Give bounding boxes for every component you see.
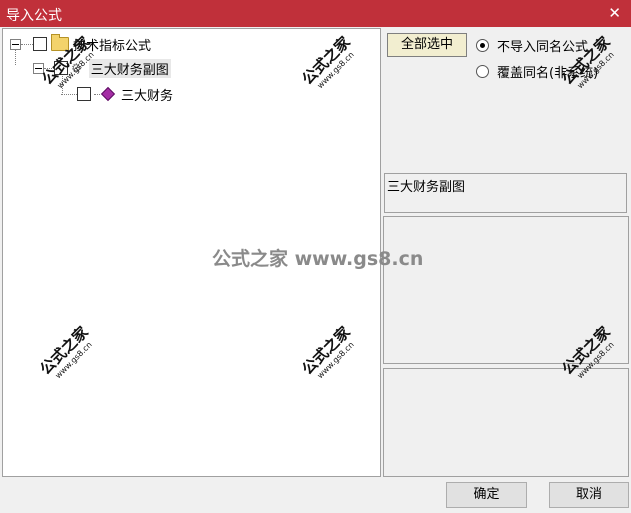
collapse-icon[interactable] [10,38,21,50]
tree-item-label: 三大财务 [121,88,174,104]
select-all-button[interactable]: 全部选中 [387,33,467,57]
tree-item-label: 三大财务副图 [88,58,171,78]
checkbox[interactable] [77,87,91,101]
tree-item-label: 技术指标公式 [73,38,152,54]
tree-item-leaf[interactable]: 三大财务 [61,84,173,104]
tree-item-child[interactable]: ⚙ 三大财务副图 [33,58,171,78]
window-title: 导入公式 [6,8,62,24]
radio-overwrite-duplicates[interactable]: 覆盖同名(非系统) [476,62,598,81]
ok-button[interactable]: 确定 [446,482,527,508]
gem-icon [100,86,116,102]
cancel-button[interactable]: 取消 [549,482,629,508]
tree-item-root[interactable]: 技术指标公式 [10,34,151,54]
gear-icon: ⚙ [71,61,82,75]
radio-label: 覆盖同名(非系统) [497,66,599,81]
title-bar: 导入公式 ✕ [0,0,631,27]
formula-name: 三大财务副图 [387,180,466,195]
description-panel [383,216,629,364]
center-watermark: 公式之家 www.gs8.cn [212,248,424,270]
parameters-panel [383,368,629,477]
radio-skip-duplicates[interactable]: 不导入同名公式 [476,36,588,55]
checkbox[interactable] [33,37,47,51]
radio-button[interactable] [476,39,489,52]
folder-icon [51,34,69,51]
formula-name-box: 三大财务副图 [384,173,627,213]
close-icon[interactable]: ✕ [608,4,621,22]
radio-button[interactable] [476,65,489,78]
checkbox[interactable] [54,61,68,75]
collapse-icon[interactable] [33,62,44,74]
radio-label: 不导入同名公式 [497,40,589,55]
